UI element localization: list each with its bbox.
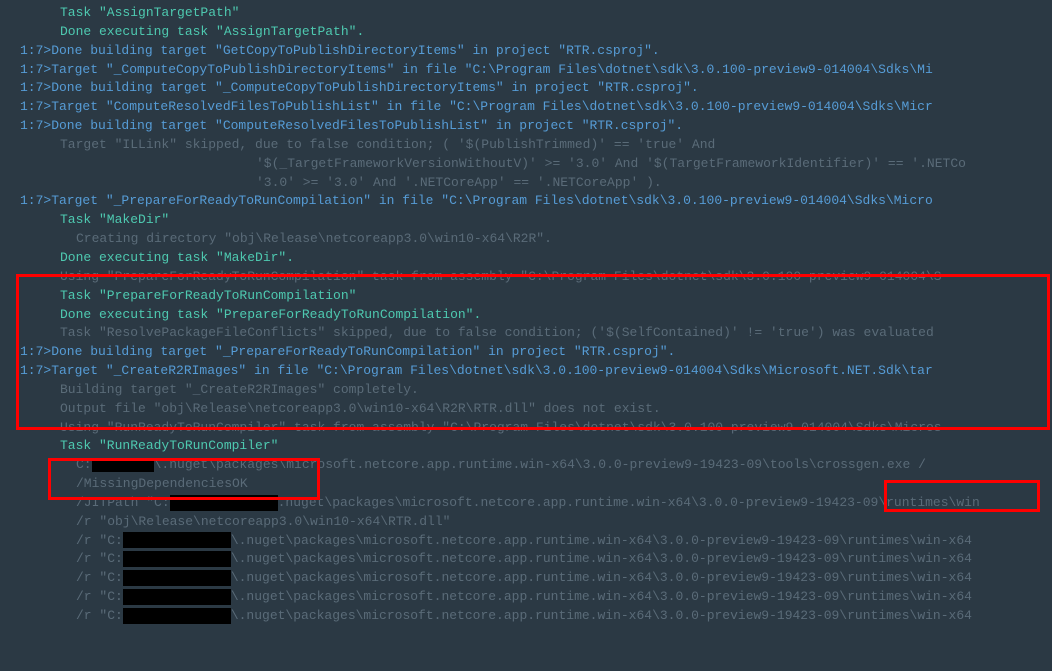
log-line: /JITPath "C: .nuget\packages\microsoft.ne… bbox=[0, 494, 1052, 513]
log-line: 1:7>Target "ComputeResolvedFilesToPublis… bbox=[0, 98, 1052, 117]
log-line: C: \.nuget\packages\microsoft.netcore.app… bbox=[0, 456, 1052, 475]
log-line: Task "RunReadyToRunCompiler" bbox=[0, 437, 1052, 456]
log-text-pre: /r "C: bbox=[76, 570, 123, 585]
log-text-post: \.nuget\packages\microsoft.netcore.app.r… bbox=[231, 589, 972, 604]
redacted-path-segment bbox=[123, 570, 231, 586]
log-text-pre: /r "C: bbox=[76, 551, 123, 566]
log-line: 1:7>Target "_PrepareForReadyToRunCompila… bbox=[0, 192, 1052, 211]
log-text-post: \.nuget\packages\microsoft.netcore.app.r… bbox=[231, 551, 972, 566]
log-text-post: \.nuget\packages\microsoft.netcore.app.r… bbox=[231, 570, 972, 585]
log-text-pre: /r "C: bbox=[76, 608, 123, 623]
log-line: 1:7>Done building target "ComputeResolve… bbox=[0, 117, 1052, 136]
log-line: Output file "obj\Release\netcoreapp3.0\w… bbox=[0, 400, 1052, 419]
redacted-path-segment bbox=[123, 532, 231, 548]
log-line: /r "obj\Release\netcoreapp3.0\win10-x64\… bbox=[0, 513, 1052, 532]
redacted-path-segment bbox=[123, 608, 231, 624]
log-text-pre: /JITPath "C: bbox=[76, 495, 170, 510]
log-line: /r "C: \.nuget\packages\microsoft.netcore… bbox=[0, 532, 1052, 551]
log-line: /r "C: \.nuget\packages\microsoft.netcore… bbox=[0, 550, 1052, 569]
log-line: Task "MakeDir" bbox=[0, 211, 1052, 230]
log-text-pre: C: bbox=[76, 457, 92, 472]
build-log-terminal[interactable]: Task "AssignTargetPath"Done executing ta… bbox=[0, 0, 1052, 626]
log-line: Using "RunReadyToRunCompiler" task from … bbox=[0, 419, 1052, 438]
log-line: Target "ILLink" skipped, due to false co… bbox=[0, 136, 1052, 155]
log-line: Task "PrepareForReadyToRunCompilation" bbox=[0, 287, 1052, 306]
log-line: '$(_TargetFrameworkVersionWithoutV)' >= … bbox=[0, 155, 1052, 174]
log-text-post: \.nuget\packages\microsoft.netcore.app.r… bbox=[154, 457, 926, 472]
log-line: 1:7>Target "_CreateR2RImages" in file "C… bbox=[0, 362, 1052, 381]
log-line: /r "C: \.nuget\packages\microsoft.netcore… bbox=[0, 607, 1052, 626]
log-line: 1:7>Target "_ComputeCopyToPublishDirecto… bbox=[0, 61, 1052, 80]
log-line: 1:7>Done building target "_ComputeCopyTo… bbox=[0, 79, 1052, 98]
log-line: /MissingDependenciesOK bbox=[0, 475, 1052, 494]
log-text-post: \.nuget\packages\microsoft.netcore.app.r… bbox=[231, 608, 972, 623]
log-line: '3.0' >= '3.0' And '.NETCoreApp' == '.NE… bbox=[0, 174, 1052, 193]
redacted-path-segment bbox=[92, 458, 154, 472]
log-line: 1:7>Done building target "_PrepareForRea… bbox=[0, 343, 1052, 362]
redacted-path-segment bbox=[170, 495, 278, 511]
log-line: Building target "_CreateR2RImages" compl… bbox=[0, 381, 1052, 400]
log-line: Using "PrepareForReadyToRunCompilation" … bbox=[0, 268, 1052, 287]
redacted-path-segment bbox=[123, 551, 231, 567]
log-text-pre: /r "C: bbox=[76, 533, 123, 548]
log-line: Task "ResolvePackageFileConflicts" skipp… bbox=[0, 324, 1052, 343]
log-text-post: .nuget\packages\microsoft.netcore.app.ru… bbox=[278, 495, 980, 510]
log-line: Creating directory "obj\Release\netcorea… bbox=[0, 230, 1052, 249]
log-text-post: \.nuget\packages\microsoft.netcore.app.r… bbox=[231, 533, 972, 548]
log-text-pre: /r "C: bbox=[76, 589, 123, 604]
log-line: 1:7>Done building target "GetCopyToPubli… bbox=[0, 42, 1052, 61]
redacted-path-segment bbox=[123, 589, 231, 605]
log-line: /r "C: \.nuget\packages\microsoft.netcore… bbox=[0, 569, 1052, 588]
log-line: Task "AssignTargetPath" bbox=[0, 4, 1052, 23]
log-line: Done executing task "MakeDir". bbox=[0, 249, 1052, 268]
log-line: Done executing task "PrepareForReadyToRu… bbox=[0, 306, 1052, 325]
log-line: Done executing task "AssignTargetPath". bbox=[0, 23, 1052, 42]
log-line: /r "C: \.nuget\packages\microsoft.netcore… bbox=[0, 588, 1052, 607]
